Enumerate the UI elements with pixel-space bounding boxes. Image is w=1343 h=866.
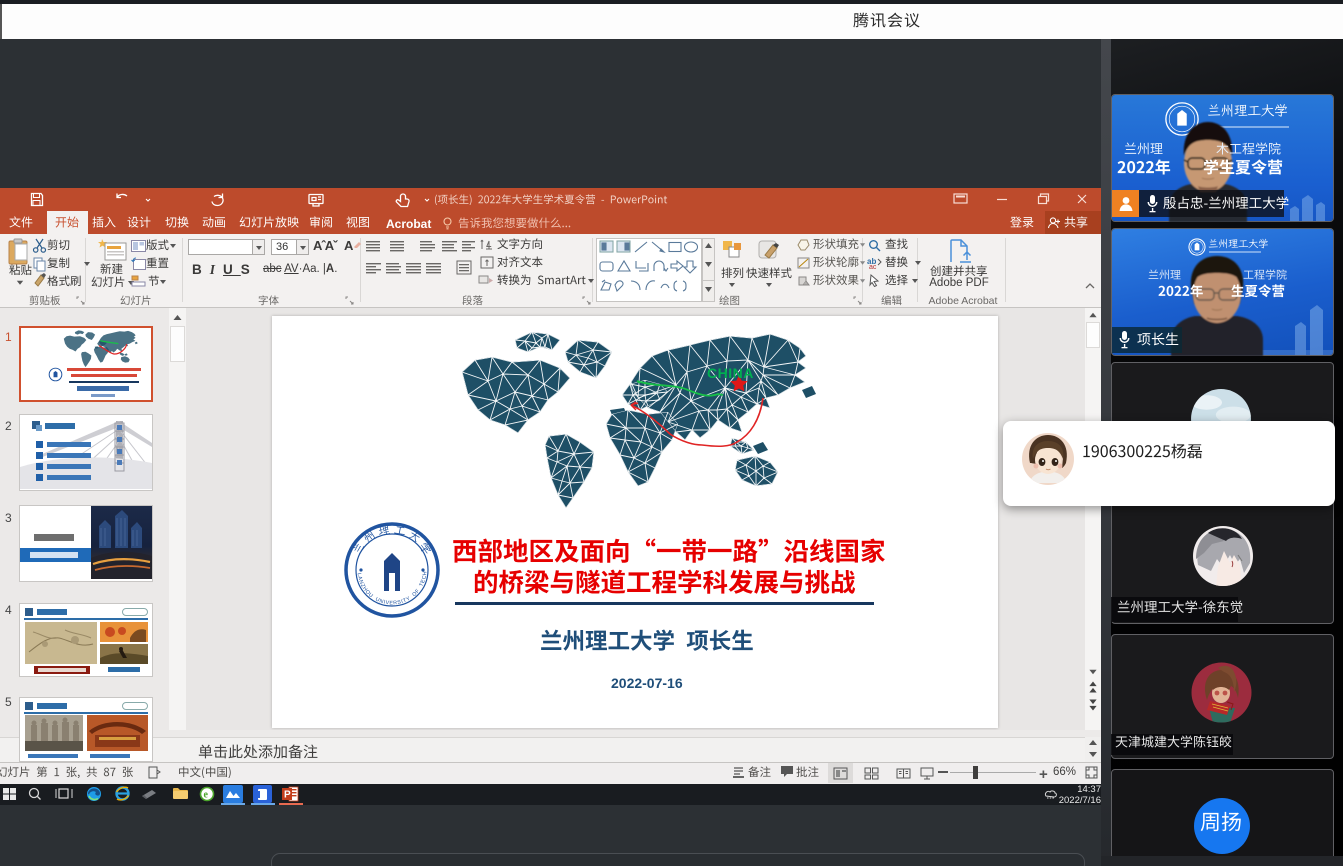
svg-text:ac: ac	[869, 264, 877, 270]
svg-text:e: e	[204, 790, 209, 801]
svg-text:P: P	[284, 790, 291, 801]
